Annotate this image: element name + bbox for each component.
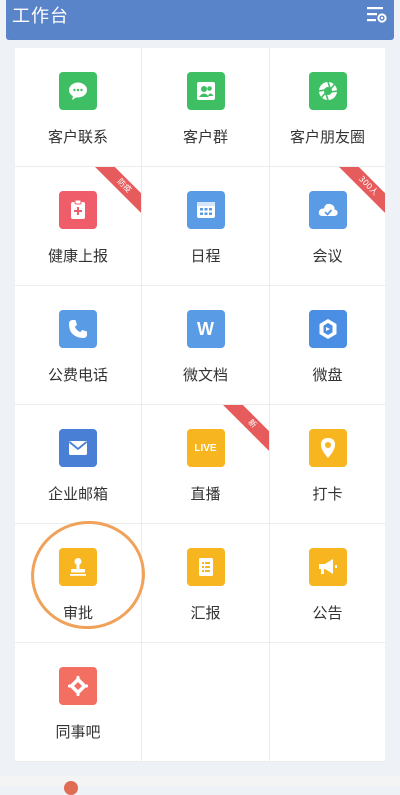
drive-icon bbox=[308, 310, 347, 348]
app-health-report[interactable]: 防疫 健康上报 bbox=[15, 167, 142, 286]
app-micro-drive[interactable]: 微盘 bbox=[270, 286, 385, 405]
app-customer-contact[interactable]: 客户联系 bbox=[15, 48, 142, 167]
app-label: 公费电话 bbox=[47, 366, 108, 384]
app-label: 微盘 bbox=[312, 366, 343, 384]
app-colleague-bar[interactable]: 同事吧 bbox=[15, 643, 142, 762]
group-icon bbox=[186, 72, 225, 110]
empty-cell bbox=[142, 643, 270, 762]
health-report-icon bbox=[59, 191, 97, 229]
chat-bubble-icon bbox=[59, 72, 97, 110]
phone-icon bbox=[59, 310, 97, 348]
cloud-icon bbox=[308, 191, 347, 229]
app-label: 微文档 bbox=[182, 366, 228, 384]
app-label: 客户联系 bbox=[47, 128, 108, 146]
bottom-tab-bar bbox=[0, 776, 400, 786]
app-label: 审批 bbox=[62, 604, 93, 622]
aperture-icon bbox=[308, 72, 347, 110]
app-report[interactable]: 汇报 bbox=[142, 524, 270, 643]
app-customer-moments[interactable]: 客户朋友圈 bbox=[270, 48, 385, 167]
megaphone-icon bbox=[308, 548, 347, 586]
app-label: 会议 bbox=[312, 247, 343, 265]
app-customer-group[interactable]: 客户群 bbox=[142, 48, 270, 167]
report-icon bbox=[186, 548, 225, 586]
app-label: 公告 bbox=[312, 604, 343, 622]
app-check-in[interactable]: 打卡 bbox=[270, 405, 385, 524]
app-live[interactable]: 新 LIVE 直播 bbox=[142, 405, 270, 524]
app-grid-panel: 客户联系 客户群 客户朋友圈 防疫 健康上报 日程 300人 会议 公费电话 W… bbox=[15, 48, 385, 762]
app-label: 日程 bbox=[190, 247, 221, 265]
colleague-bar-icon bbox=[59, 667, 97, 705]
notification-dot bbox=[64, 781, 78, 795]
badge-ribbon: 新 bbox=[220, 405, 269, 456]
location-pin-icon bbox=[308, 429, 347, 467]
app-grid: 客户联系 客户群 客户朋友圈 防疫 健康上报 日程 300人 会议 公费电话 W… bbox=[15, 48, 385, 762]
app-label: 健康上报 bbox=[47, 247, 108, 265]
badge-ribbon: 防疫 bbox=[92, 167, 141, 218]
app-label: 同事吧 bbox=[55, 723, 101, 741]
document-w-icon: W bbox=[186, 310, 225, 348]
stamp-icon bbox=[59, 548, 97, 586]
app-public-phone[interactable]: 公费电话 bbox=[15, 286, 142, 405]
app-header: 工作台 bbox=[6, 0, 394, 40]
doc-glyph: W bbox=[197, 318, 214, 339]
calendar-icon bbox=[186, 191, 225, 229]
app-label: 打卡 bbox=[312, 485, 343, 503]
live-glyph: LIVE bbox=[194, 442, 217, 454]
app-label: 直播 bbox=[190, 485, 221, 503]
app-micro-doc[interactable]: W 微文档 bbox=[142, 286, 270, 405]
app-announcement[interactable]: 公告 bbox=[270, 524, 385, 643]
live-icon: LIVE bbox=[186, 429, 225, 467]
app-label: 企业邮箱 bbox=[47, 485, 108, 503]
app-schedule[interactable]: 日程 bbox=[142, 167, 270, 286]
app-meeting[interactable]: 300人 会议 bbox=[270, 167, 385, 286]
empty-cell bbox=[270, 643, 385, 762]
app-label: 汇报 bbox=[190, 604, 221, 622]
list-settings-icon[interactable] bbox=[366, 5, 388, 25]
page-title: 工作台 bbox=[12, 6, 69, 27]
app-approval[interactable]: 审批 bbox=[15, 524, 142, 643]
mail-icon bbox=[59, 429, 97, 467]
app-enterprise-mail[interactable]: 企业邮箱 bbox=[15, 405, 142, 524]
app-label: 客户群 bbox=[182, 128, 228, 146]
app-label: 客户朋友圈 bbox=[289, 128, 365, 146]
